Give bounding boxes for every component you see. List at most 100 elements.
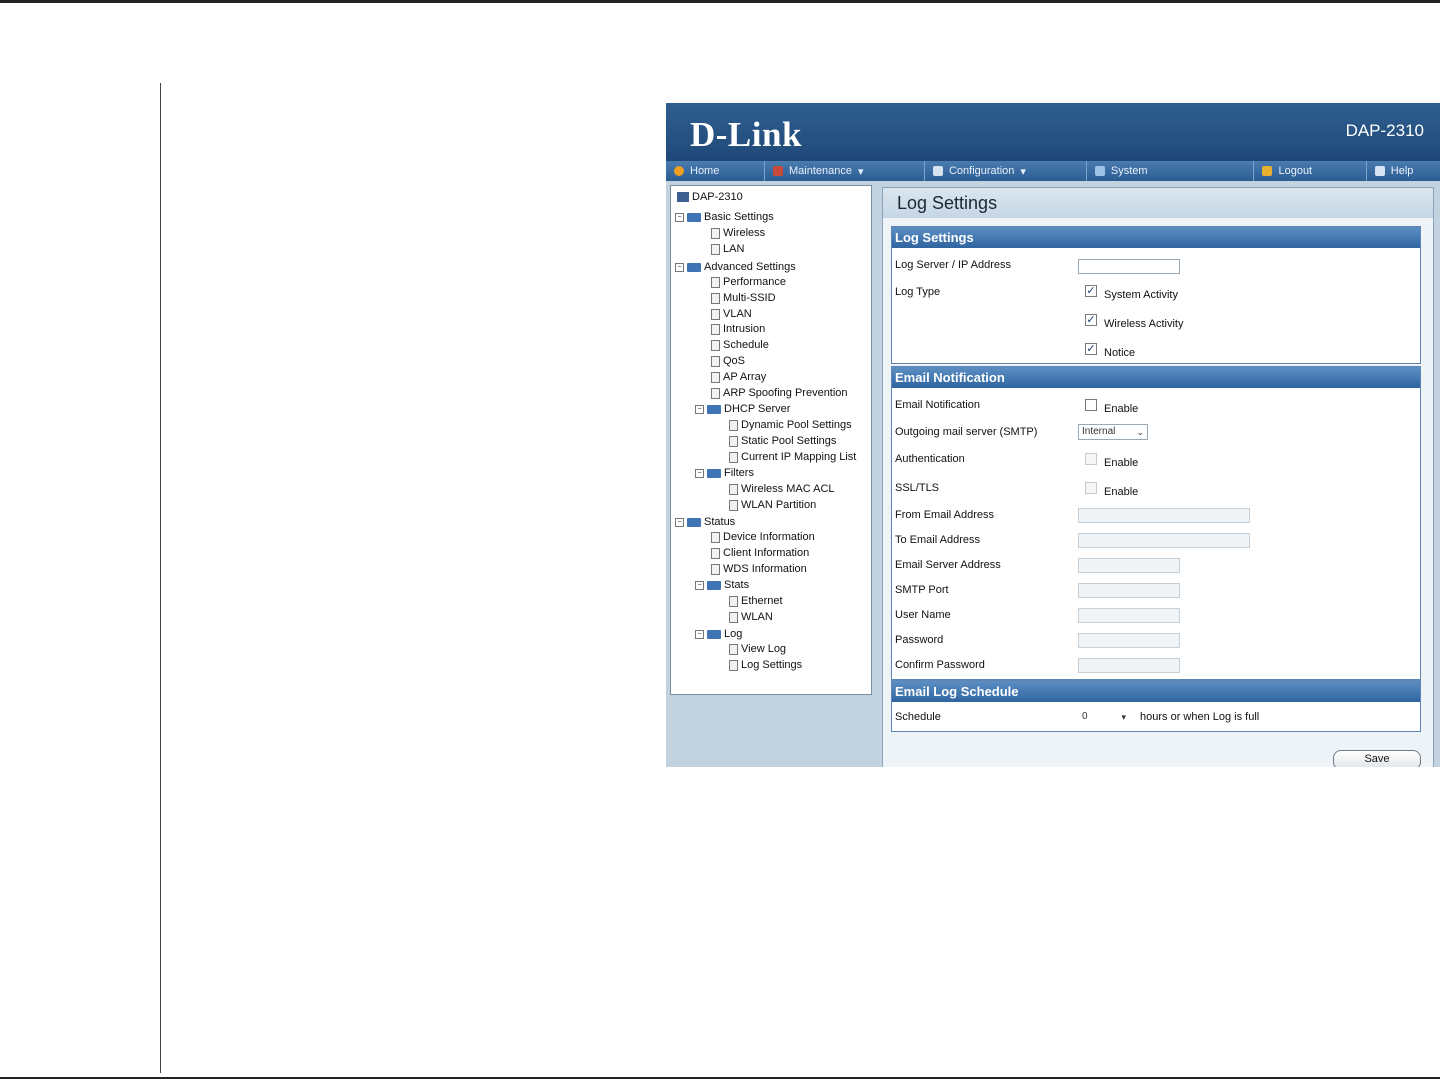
page-icon: [711, 371, 720, 383]
tree-item-lan[interactable]: LAN: [711, 242, 744, 256]
email-notification-label: Email Notification: [895, 399, 980, 411]
dlink-logo: D-Link: [690, 115, 802, 154]
page-icon: [711, 547, 720, 559]
tree-item-view-log[interactable]: View Log: [729, 642, 786, 656]
chevron-down-icon: ▾: [857, 165, 864, 178]
wireless-activity-label: Wireless Activity: [1104, 318, 1184, 330]
user-name-input[interactable]: [1078, 608, 1180, 623]
tree-item-static-pool[interactable]: Static Pool Settings: [729, 434, 836, 448]
wireless-activity-checkbox[interactable]: ✓: [1085, 314, 1097, 326]
tree-item-current-ip[interactable]: Current IP Mapping List: [729, 450, 856, 464]
tree-item-multi-ssid[interactable]: Multi-SSID: [711, 291, 776, 305]
smtp-label: Outgoing mail server (SMTP): [895, 426, 1038, 438]
tree-item-schedule[interactable]: Schedule: [711, 338, 769, 352]
log-settings-panel: Log Settings Log Server / IP Address Log…: [891, 226, 1421, 364]
to-email-label: To Email Address: [895, 534, 980, 546]
tools-icon: [772, 166, 783, 176]
page-icon: [711, 227, 720, 239]
tree-item-arp[interactable]: ARP Spoofing Prevention: [711, 386, 848, 400]
page-title: Log Settings: [883, 188, 1433, 218]
page-icon: [729, 483, 738, 495]
smtp-select[interactable]: Internal ⌄: [1078, 424, 1148, 440]
collapse-icon[interactable]: −: [675, 212, 684, 222]
email-notification-checkbox[interactable]: [1085, 399, 1097, 411]
page-icon: [729, 451, 738, 463]
help-icon: [1374, 166, 1385, 176]
schedule-label: Schedule: [895, 711, 941, 723]
authentication-checkbox[interactable]: [1085, 453, 1097, 465]
tree-stats[interactable]: − Stats: [695, 578, 749, 592]
chevron-down-icon: ▾: [1121, 712, 1126, 722]
tree-log[interactable]: − Log: [695, 627, 742, 641]
tree-item-wlan[interactable]: WLAN: [729, 610, 773, 624]
folder-icon: [707, 468, 721, 478]
collapse-icon[interactable]: −: [675, 262, 684, 272]
panel-title: Email Log Schedule: [892, 681, 1420, 702]
panel-title: Log Settings: [892, 227, 1420, 248]
page-icon: [711, 276, 720, 288]
chevron-down-icon: ▾: [1020, 165, 1026, 178]
from-email-input[interactable]: [1078, 508, 1250, 523]
page-icon: [711, 355, 720, 367]
collapse-icon[interactable]: −: [675, 517, 684, 527]
smtp-port-input[interactable]: [1078, 583, 1180, 598]
page-icon: [711, 292, 720, 304]
tree-item-wireless-mac-acl[interactable]: Wireless MAC ACL: [729, 482, 835, 496]
page-icon: [729, 595, 738, 607]
collapse-icon[interactable]: −: [695, 580, 704, 590]
email-enable-label: Enable: [1104, 403, 1139, 415]
folder-icon: [687, 517, 701, 527]
menu-configuration[interactable]: Configuration ▾: [925, 161, 1087, 181]
confirm-password-input[interactable]: [1078, 658, 1180, 673]
tree-item-wds-information[interactable]: WDS Information: [711, 562, 807, 576]
email-server-label: Email Server Address: [895, 559, 1001, 571]
email-notification-panel: Email Notification Email Notification En…: [891, 366, 1421, 680]
brand-header: D-Link DAP-2310: [666, 103, 1440, 161]
tree-item-performance[interactable]: Performance: [711, 275, 786, 289]
menu-system[interactable]: System: [1087, 161, 1255, 181]
menu-help[interactable]: Help: [1367, 161, 1440, 181]
collapse-icon[interactable]: −: [695, 404, 704, 414]
tree-root[interactable]: DAP-2310: [677, 190, 743, 204]
computer-icon: [677, 192, 689, 202]
tree-item-dynamic-pool[interactable]: Dynamic Pool Settings: [729, 418, 852, 432]
tree-item-client-information[interactable]: Client Information: [711, 546, 809, 560]
tree-dhcp-server[interactable]: − DHCP Server: [695, 402, 790, 416]
password-input[interactable]: [1078, 633, 1180, 648]
collapse-icon[interactable]: −: [695, 629, 704, 639]
tree-item-ap-array[interactable]: AP Array: [711, 370, 766, 384]
tree-advanced-settings[interactable]: − Advanced Settings: [675, 260, 796, 274]
log-server-input[interactable]: [1078, 259, 1180, 274]
email-server-input[interactable]: [1078, 558, 1180, 573]
to-email-input[interactable]: [1078, 533, 1250, 548]
tree-status[interactable]: − Status: [675, 515, 735, 529]
collapse-icon[interactable]: −: [695, 468, 704, 478]
save-button[interactable]: Save: [1333, 750, 1421, 767]
folder-icon: [687, 262, 701, 272]
chevron-down-icon: ⌄: [1136, 427, 1144, 437]
password-label: Password: [895, 634, 944, 646]
menu-logout[interactable]: Logout: [1254, 161, 1367, 181]
tree-filters[interactable]: − Filters: [695, 466, 754, 480]
menu-home[interactable]: Home: [666, 161, 765, 181]
tree-item-log-settings[interactable]: Log Settings: [729, 658, 802, 672]
schedule-select[interactable]: 0 ▾: [1078, 709, 1130, 725]
system-activity-checkbox[interactable]: ✓: [1085, 285, 1097, 297]
content-area: Log Settings Log Settings Log Server / I…: [882, 187, 1434, 767]
tree-item-intrusion[interactable]: Intrusion: [711, 322, 765, 336]
tree-item-device-information[interactable]: Device Information: [711, 530, 815, 544]
notice-checkbox[interactable]: ✓: [1085, 343, 1097, 355]
tree-item-ethernet[interactable]: Ethernet: [729, 594, 783, 608]
menu-maintenance[interactable]: Maintenance ▾: [765, 161, 925, 181]
tree-item-qos[interactable]: QoS: [711, 354, 745, 368]
tree-item-vlan[interactable]: VLAN: [711, 307, 752, 321]
page-icon: [729, 435, 738, 447]
logout-icon: [1262, 166, 1273, 176]
tree-item-wlan-partition[interactable]: WLAN Partition: [729, 498, 816, 512]
ssl-tls-checkbox[interactable]: [1085, 482, 1097, 494]
tree-item-wireless[interactable]: Wireless: [711, 226, 765, 240]
tree-basic-settings[interactable]: − Basic Settings: [675, 210, 774, 224]
bottom-rule: [0, 1077, 1440, 1079]
page-icon: [729, 659, 738, 671]
authentication-enable-label: Enable: [1104, 457, 1139, 469]
